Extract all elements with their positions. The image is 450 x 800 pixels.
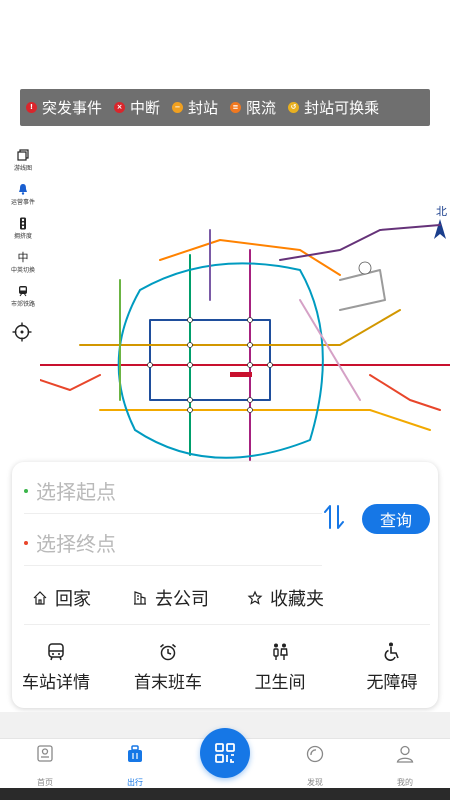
end-station-field[interactable]: 选择终点 (24, 520, 322, 566)
legend-item-incident: ! 突发事件 (26, 97, 102, 118)
metro-map[interactable] (40, 200, 450, 470)
quick-link-label: 去公司 (155, 589, 209, 610)
service-label: 车站详情 (22, 673, 90, 693)
tool-line-map[interactable]: 游线图 (6, 148, 40, 176)
wheelchair-icon (384, 642, 399, 661)
tool-language-switch[interactable]: 中 中英切换 (6, 250, 40, 278)
start-placeholder: 选择起点 (36, 480, 116, 504)
copy-icon (15, 148, 31, 162)
start-station-field[interactable]: 选择起点 (24, 468, 322, 514)
card-divider (24, 624, 430, 625)
legend-item-interrupt: × 中断 (114, 97, 160, 118)
cross-icon: × (114, 102, 126, 113)
nav-discover[interactable]: 发现 (285, 743, 345, 788)
tool-label: 市郊铁路 (10, 301, 35, 308)
nav-label: 我的 (397, 778, 413, 787)
nav-profile[interactable]: 我的 (375, 743, 435, 788)
system-gesture-bar (0, 788, 450, 800)
qr-code-icon (215, 743, 235, 763)
train-icon (15, 284, 31, 298)
status-legend-bar: ! 突发事件 × 中断 − 封站 ≡ 限流 ↺ 封站可换乘 (20, 89, 430, 126)
service-label: 首末班车 (134, 673, 202, 693)
start-dot-icon (24, 488, 28, 493)
route-search-card: 选择起点 选择终点 查询 回家 去公司 收藏夹 车站详情 首末班车 卫生间 无障… (12, 462, 438, 708)
query-button[interactable]: 查询 (362, 504, 430, 534)
alarm-clock-icon (160, 643, 176, 661)
nav-home[interactable]: 首页 (15, 743, 75, 788)
quick-link-office[interactable]: 去公司 (132, 585, 209, 611)
quick-link-label: 收藏夹 (270, 589, 324, 610)
metro-line-7 (99, 409, 431, 431)
exclamation-icon: ! (26, 102, 37, 113)
quick-link-label: 回家 (55, 589, 91, 610)
service-label: 无障碍 (366, 673, 418, 693)
service-first-last-train[interactable]: 首末班车 (118, 642, 218, 693)
scan-qr-button[interactable] (200, 728, 250, 778)
map-tools: 游线图 运营事件 拥挤度 中 中英切换 市郊铁路 (6, 148, 40, 318)
quick-link-home[interactable]: 回家 (32, 585, 91, 611)
metro-line-airport (339, 269, 386, 311)
legend-item-transfer: ↺ 封站可换乘 (288, 97, 379, 118)
metro-line-14 (299, 299, 361, 401)
profile-icon (396, 745, 414, 763)
metro-line-15 (279, 224, 441, 261)
nav-travel[interactable]: 出行 (105, 743, 165, 788)
limit-icon: ≡ (230, 102, 242, 113)
legend-label: 限流 (246, 99, 277, 117)
end-placeholder: 选择终点 (36, 532, 116, 556)
discover-icon (306, 745, 324, 763)
tool-suburban-rail[interactable]: 市郊铁路 (6, 284, 40, 312)
nav-label: 发现 (307, 778, 323, 787)
metro-line-2 (149, 319, 271, 401)
legend-label: 封站 (188, 99, 219, 117)
star-icon (247, 590, 263, 605)
transfer-icon: ↺ (288, 102, 300, 113)
legend-item-limit: ≡ 限流 (230, 97, 276, 118)
service-station-detail[interactable]: 车站详情 (6, 642, 106, 693)
quick-link-favorites[interactable]: 收藏夹 (247, 585, 324, 611)
swap-stations-icon[interactable] (322, 502, 346, 532)
tool-crowding[interactable]: 拥挤度 (6, 216, 40, 244)
service-restroom[interactable]: 卫生间 (230, 642, 330, 693)
metro-app-screen: ! 突发事件 × 中断 − 封站 ≡ 限流 ↺ 封站可换乘 游线图 运营事件 拥… (0, 0, 450, 800)
home-screen-icon (37, 745, 53, 762)
tool-label: 游线图 (13, 165, 32, 172)
tool-label: 运营事件 (10, 199, 35, 206)
nav-label: 首页 (37, 778, 53, 787)
restroom-icon (273, 643, 288, 660)
metro-line-batong (369, 374, 441, 411)
legend-item-closed: − 封站 (172, 97, 218, 118)
traffic-light-icon (15, 216, 31, 230)
tool-operation-events[interactable]: 运营事件 (6, 182, 40, 210)
building-icon (134, 591, 146, 605)
service-label: 卫生间 (254, 673, 306, 693)
bus-icon (48, 643, 64, 661)
bell-icon (15, 182, 31, 196)
end-dot-icon (24, 540, 28, 545)
locate-icon[interactable] (12, 322, 32, 342)
nav-label: 出行 (127, 778, 143, 787)
briefcase-icon (128, 745, 142, 762)
tool-label: 拥挤度 (13, 233, 32, 240)
legend-label: 封站可换乘 (304, 99, 380, 117)
metro-line-fangshan (40, 374, 101, 391)
minus-icon: − (172, 102, 184, 113)
home-icon (33, 591, 47, 605)
legend-label: 中断 (130, 99, 161, 117)
tool-label: 中英切换 (10, 267, 35, 274)
legend-label: 突发事件 (42, 99, 103, 117)
language-icon: 中 (17, 251, 29, 264)
service-accessibility[interactable]: 无障碍 (342, 642, 442, 693)
